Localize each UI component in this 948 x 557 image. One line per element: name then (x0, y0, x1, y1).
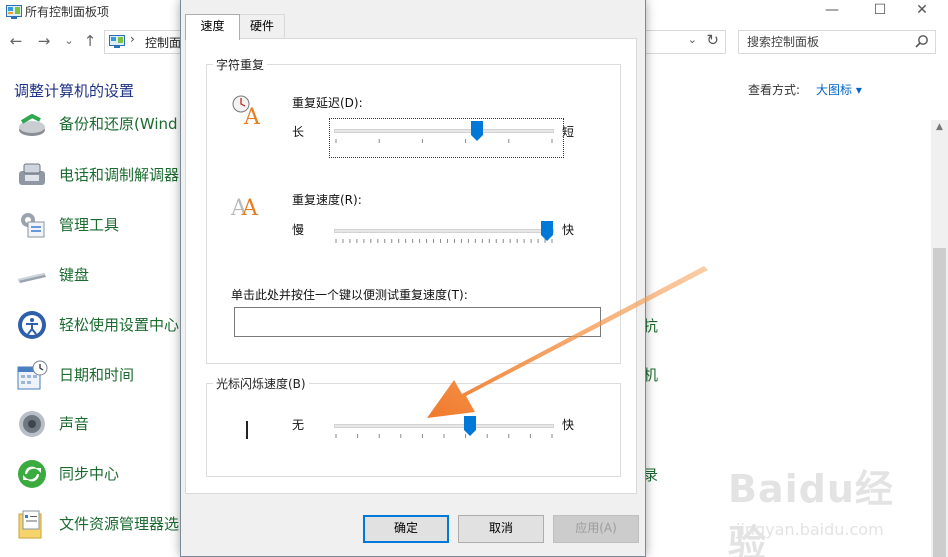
cp-item-label: 文件资源管理器选 (59, 515, 180, 533)
window-title: 所有控制面板项 (25, 5, 110, 19)
slider-track[interactable] (334, 129, 554, 133)
cp-item-phone-modem[interactable]: 电话和调制解调器 (0, 155, 190, 195)
watermark-brand: Baidu经验 (728, 467, 894, 557)
address-dropdown-icon[interactable]: ⌄ (688, 33, 697, 46)
breadcrumb-control-panel[interactable]: 控制面 (145, 34, 181, 51)
tab-hardware[interactable]: 硬件 (239, 14, 285, 38)
keyboard-icon (18, 273, 46, 283)
cp-item-backup-restore[interactable]: 备份和还原(Wind (0, 104, 190, 144)
tab-speed[interactable]: 速度 (185, 14, 240, 40)
search-box[interactable] (738, 30, 936, 54)
cp-item-label: 备份和还原(Wind (59, 115, 178, 133)
speed-tab-panel: 字符重复 A 重复延迟(D): 长 短 A A 重复速度(R): 慢 快 单击此… (185, 38, 637, 494)
ok-button[interactable]: 确定 (363, 515, 449, 543)
repeat-delay-long-label: 长 (292, 125, 305, 139)
ease-of-access-icon (18, 311, 46, 339)
cursor-blink-preview (246, 421, 248, 439)
cp-item-label: 同步中心 (59, 465, 120, 483)
slider-track[interactable] (334, 229, 554, 233)
breadcrumb-separator: › (130, 32, 135, 46)
slider-thumb[interactable] (471, 121, 483, 141)
forward-button[interactable]: → (34, 31, 54, 51)
recent-locations-button[interactable]: ⌄ (59, 31, 79, 51)
repeat-delay-label: 重复延迟(D): (292, 96, 363, 110)
close-button[interactable]: ✕ (902, 0, 942, 22)
control-panel-app-icon (6, 5, 22, 19)
folder-options-icon (18, 510, 42, 539)
slider-thumb[interactable] (541, 221, 554, 241)
cursor-blink-slider[interactable] (334, 416, 554, 446)
search-input[interactable] (739, 31, 909, 53)
slider-ticks (335, 434, 553, 438)
keyboard-properties-dialog: 速度 硬件 字符重复 A 重复延迟(D): 长 短 A A 重复速度(R): 慢… (180, 0, 646, 557)
cp-item-folder-options[interactable]: 文件资源管理器选 (0, 504, 190, 544)
sync-center-icon (18, 460, 46, 488)
cp-item-sync-center[interactable]: 同步中心 (0, 454, 190, 494)
svg-text:A: A (241, 196, 259, 221)
cp-item-keyboard[interactable]: 键盘 (0, 255, 190, 295)
cp-item-label: 声音 (59, 415, 90, 433)
slider-ticks (335, 239, 553, 243)
repeat-rate-fast-label: 快 (562, 223, 575, 237)
cp-item-label: 管理工具 (59, 216, 120, 234)
date-time-icon (17, 360, 48, 390)
cancel-button[interactable]: 取消 (458, 515, 544, 543)
backup-icon (19, 113, 45, 136)
search-icon[interactable] (915, 34, 929, 48)
character-repeat-title: 字符重复 (213, 56, 268, 73)
cursor-blink-fast-label: 快 (562, 418, 575, 432)
slider-thumb[interactable] (464, 416, 477, 436)
view-by-label: 查看方式: (748, 83, 801, 97)
refresh-icon[interactable]: ↻ (706, 31, 719, 49)
vertical-scrollbar[interactable]: ▲ (931, 120, 948, 557)
back-button[interactable]: ← (6, 31, 26, 51)
apply-button[interactable]: 应用(A) (553, 515, 639, 543)
cursor-blink-none-label: 无 (292, 418, 305, 432)
up-button[interactable]: ↑ (80, 31, 100, 51)
slider-track[interactable] (334, 424, 554, 428)
sound-icon (19, 411, 45, 437)
cp-item-admin-tools[interactable]: 管理工具 (0, 205, 190, 245)
repeat-rate-icon: A A (230, 196, 259, 221)
cp-item-ease-of-access[interactable]: 轻松使用设置中心 (0, 305, 190, 345)
cp-item-label: 日期和时间 (59, 366, 135, 384)
page-heading: 调整计算机的设置 (14, 82, 135, 100)
cp-item-label: 轻松使用设置中心 (59, 316, 180, 334)
repeat-test-input[interactable] (234, 307, 601, 337)
repeat-rate-slider[interactable] (334, 221, 554, 251)
scroll-thumb[interactable] (933, 248, 946, 557)
repeat-rate-slow-label: 慢 (292, 223, 305, 237)
repeat-test-label: 单击此处并按住一个键以便测试重复速度(T): (231, 288, 468, 302)
svg-text:A: A (243, 105, 261, 127)
cp-item-date-time[interactable]: 日期和时间 (0, 355, 190, 395)
admin-tools-icon (21, 213, 45, 238)
cp-item-label: 键盘 (59, 266, 90, 284)
scroll-up-icon[interactable]: ▲ (931, 122, 948, 136)
repeat-delay-icon: A (232, 95, 261, 127)
phone-modem-icon (19, 163, 45, 185)
watermark-url: jingyan.baidu.com (736, 520, 884, 539)
repeat-delay-slider[interactable] (334, 121, 554, 151)
cp-item-label: 电话和调制解调器 (59, 166, 180, 184)
repeat-rate-label: 重复速度(R): (292, 193, 362, 207)
maximize-button[interactable]: ☐ (860, 0, 900, 22)
minimize-button[interactable]: — (812, 0, 852, 22)
control-panel-small-icon (109, 35, 125, 48)
view-by-dropdown[interactable]: 大图标 ▾ (816, 81, 862, 98)
cursor-blink-title: 光标闪烁速度(B) (213, 375, 309, 392)
watermark: Baidu经验 jingyan.baidu.com (728, 458, 928, 557)
slider-ticks (335, 139, 553, 143)
cp-item-sound[interactable]: 声音 (0, 404, 190, 444)
